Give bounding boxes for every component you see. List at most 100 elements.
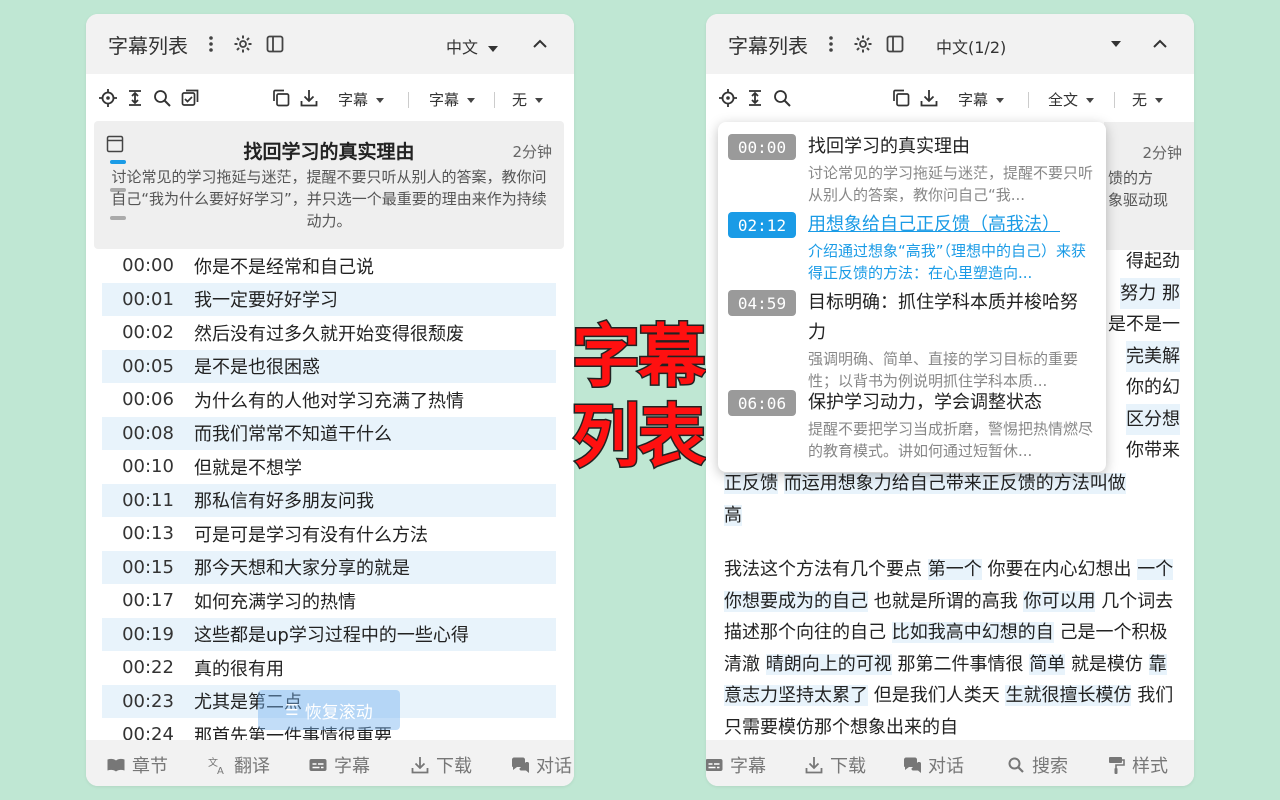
tab-subtitles[interactable]: 字幕 xyxy=(308,752,370,778)
resume-scroll-button[interactable]: ☰ 恢复滚动 xyxy=(258,690,400,730)
search-icon[interactable] xyxy=(152,88,174,110)
locate-icon[interactable] xyxy=(718,88,740,110)
subtitle-row[interactable]: 00:08 而我们常常不知道干什么 xyxy=(102,416,556,450)
gear-icon[interactable] xyxy=(850,31,876,57)
chapter-popup-description: 提醒不要把学习当成折磨，警惕把热情燃尽的教育模式。讲如何通过短暂休... xyxy=(808,420,1094,460)
chevron-down-icon[interactable] xyxy=(1111,41,1121,47)
subtitle-time[interactable]: 00:05 xyxy=(102,356,194,377)
chapter-duration: 2分钟 xyxy=(512,143,552,161)
sentence[interactable]: 高 xyxy=(724,504,742,526)
subtitle-row[interactable]: 00:17 如何充满学习的热情 xyxy=(102,584,556,617)
subtitle-time[interactable]: 00:11 xyxy=(102,490,194,511)
sentence[interactable]: 也就是所谓的高我 xyxy=(874,591,1018,612)
tab-translate[interactable]: 文 A 翻译 xyxy=(208,752,270,778)
sentence[interactable]: 简单 xyxy=(1029,653,1066,675)
gear-icon[interactable] xyxy=(230,31,256,57)
sentence[interactable]: 但是我们人类天 xyxy=(874,685,1000,706)
more-vertical-icon[interactable] xyxy=(198,31,224,57)
subtitle-time[interactable]: 00:00 xyxy=(102,255,194,276)
sentence[interactable]: 晴朗向上的可视 xyxy=(765,653,892,675)
subtitle-mode-dropdown[interactable]: 字幕 xyxy=(958,89,1005,110)
subtitle-time[interactable]: 00:02 xyxy=(102,322,194,343)
subtitle-row[interactable]: 00:06 为什么有的人他对学习充满了热情 xyxy=(102,383,556,416)
subtitle-time[interactable]: 00:06 xyxy=(102,389,194,410)
scroll-to-icon[interactable] xyxy=(125,88,147,110)
chapter-time-badge[interactable]: 04:59 xyxy=(728,290,796,316)
sentence[interactable]: 正反馈 xyxy=(724,473,778,494)
subtitle-row[interactable]: 00:11 那私信有好多朋友问我 xyxy=(102,483,556,517)
tab-search[interactable]: 搜索 xyxy=(1006,752,1068,778)
subtitle-row[interactable]: 00:22 真的很有用 xyxy=(102,651,556,684)
tab-label: 字幕 xyxy=(334,756,370,777)
sentence[interactable]: 比如我高中幻想的自 xyxy=(891,622,1054,643)
tab-chat[interactable]: 对话 xyxy=(902,752,964,778)
subtitle-time[interactable]: 00:23 xyxy=(102,691,194,712)
tab-label: 字幕 xyxy=(730,756,766,777)
chevron-up-icon[interactable] xyxy=(1148,32,1172,56)
subtitle-time[interactable]: 00:08 xyxy=(102,423,194,444)
chapter-popup-title[interactable]: 保护学习动力，学会调整状态 xyxy=(808,388,1094,418)
chapter-time-badge[interactable]: 06:06 xyxy=(728,390,796,416)
subtitle-row[interactable]: 00:15 那今天想和大家分享的就是 xyxy=(102,550,556,584)
locate-icon[interactable] xyxy=(98,88,120,110)
tab-subtitles[interactable]: 字幕 xyxy=(706,752,766,778)
sidebar-toggle-icon[interactable] xyxy=(882,31,908,57)
display-mode-dropdown[interactable]: 字幕 xyxy=(429,89,476,110)
language-select[interactable]: 中文(1/2) xyxy=(936,34,1006,58)
subtitle-time[interactable]: 00:13 xyxy=(102,523,194,544)
chapter-description: 讨论常见的学习拖延与迷茫，提醒不要只听从别人的答案，教你问自己“我为什么要好好学… xyxy=(111,168,547,230)
scroll-to-icon[interactable] xyxy=(745,88,767,110)
language-select[interactable]: 中文 xyxy=(446,34,499,58)
subtitle-row[interactable]: 00:05 是不是也很困惑 xyxy=(102,349,556,383)
subtitle-row[interactable]: 00:02 然后没有过多久就开始变得很颓废 xyxy=(102,316,556,349)
display-mode-dropdown[interactable]: 全文 xyxy=(1048,89,1095,110)
chapter-popup-title[interactable]: 目标明确：抓住学科本质并梭哈努力 xyxy=(808,288,1094,348)
chapter-popup-title[interactable]: 用想象给自己正反馈（高我法） xyxy=(808,210,1094,240)
subtitles-icon xyxy=(706,759,723,771)
subtitle-time[interactable]: 00:19 xyxy=(102,624,194,645)
chapter-card[interactable]: 找回学习的真实理由 2分钟 讨论常见的学习拖延与迷茫，提醒不要只听从别人的答案，… xyxy=(94,121,564,249)
subtitle-panel-right: 字幕列表 中文(1/2) 字幕 全文 无 2分钟 馈的方 象驱动现 得起劲 努力 … xyxy=(706,14,1194,786)
chapter-time-badge[interactable]: 02:12 xyxy=(728,212,796,238)
tab-download[interactable]: 下载 xyxy=(804,752,866,778)
subtitle-time[interactable]: 00:01 xyxy=(102,289,194,310)
subtitle-time[interactable]: 00:22 xyxy=(102,657,194,678)
chevron-up-icon[interactable] xyxy=(528,32,552,56)
sentence[interactable]: 生就很擅长模仿 xyxy=(1005,685,1132,706)
checklist-icon[interactable] xyxy=(180,88,202,110)
download-icon[interactable] xyxy=(299,88,321,110)
subtitle-row[interactable]: 00:13 可是可是学习有没有什么方法 xyxy=(102,517,556,550)
subtitle-row[interactable]: 00:19 这些都是up学习过程中的一些心得 xyxy=(102,617,556,651)
copy-icon[interactable] xyxy=(271,88,293,110)
secondary-dropdown[interactable]: 无 xyxy=(1132,89,1164,110)
chapter-popup-title[interactable]: 找回学习的真实理由 xyxy=(808,132,1094,162)
tab-style[interactable]: 样式 xyxy=(1106,752,1168,778)
sentence[interactable]: 而运用想象力给自己带来正反馈的方法叫做 xyxy=(783,473,1126,494)
sentence[interactable]: 第一个 xyxy=(927,559,982,580)
chapter-card[interactable]: 2分钟 馈的方 象驱动现 xyxy=(1104,122,1194,250)
subtitle-mode-dropdown[interactable]: 字幕 xyxy=(338,89,385,110)
secondary-dropdown[interactable]: 无 xyxy=(512,89,544,110)
download-icon[interactable] xyxy=(919,88,941,110)
sentence[interactable]: 你可以用 xyxy=(1023,590,1096,612)
tab-chat[interactable]: 对话 xyxy=(510,752,572,778)
copy-icon[interactable] xyxy=(891,88,913,110)
chapter-time-badge[interactable]: 00:00 xyxy=(728,134,796,160)
subtitle-row[interactable]: 00:10 但就是不想学 xyxy=(102,450,556,483)
sentence[interactable]: 那第二件事情很 xyxy=(897,654,1023,675)
tab-chapters[interactable]: 章节 xyxy=(106,752,168,778)
subtitle-time[interactable]: 00:15 xyxy=(102,557,194,578)
search-icon[interactable] xyxy=(772,88,794,110)
sentence[interactable]: 我法这个方法有几个要点 xyxy=(724,559,922,580)
subtitle-time[interactable]: 00:17 xyxy=(102,590,194,611)
subtitle-row[interactable]: 00:00 你是不是经常和自己说 xyxy=(102,249,556,282)
subtitle-row[interactable]: 00:01 我一定要好好学习 xyxy=(102,282,556,316)
sidebar-toggle-icon[interactable] xyxy=(262,31,288,57)
tab-download[interactable]: 下载 xyxy=(410,752,472,778)
overlay-caption: 字幕 列表 xyxy=(570,317,707,479)
chapter-description-fragment: 象驱动现 xyxy=(1108,191,1169,209)
subtitle-time[interactable]: 00:10 xyxy=(102,456,194,477)
sentence[interactable]: 就是模仿 xyxy=(1071,654,1143,675)
more-vertical-icon[interactable] xyxy=(818,31,844,57)
sentence[interactable]: 你要在内心幻想出 xyxy=(987,559,1131,580)
